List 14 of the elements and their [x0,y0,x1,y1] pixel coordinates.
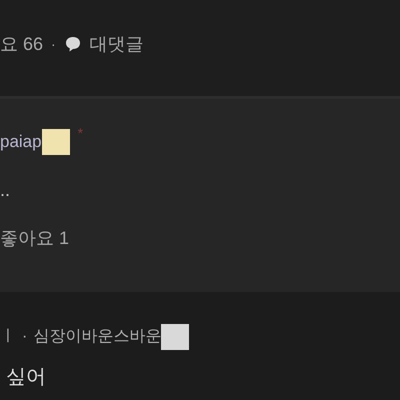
redaction-block [42,129,70,155]
redaction-block [161,324,190,350]
like-count[interactable]: 좋아요 1 [0,225,400,251]
separator-dot: · [22,327,28,347]
author-prefix: ㅣ [0,327,16,347]
like-count: 요 66 [0,32,44,56]
asterisk-label: * [78,124,84,143]
author-name[interactable]: paiap [0,129,42,155]
separator-dot: · [51,34,56,54]
comment-text: 싶어 [6,365,47,390]
author-name[interactable]: 심장이바운스바운 [33,325,162,349]
reply-text: .. [0,179,12,202]
speech-bubble-icon [64,35,82,53]
reply-button[interactable]: 대댓글 [64,30,144,58]
